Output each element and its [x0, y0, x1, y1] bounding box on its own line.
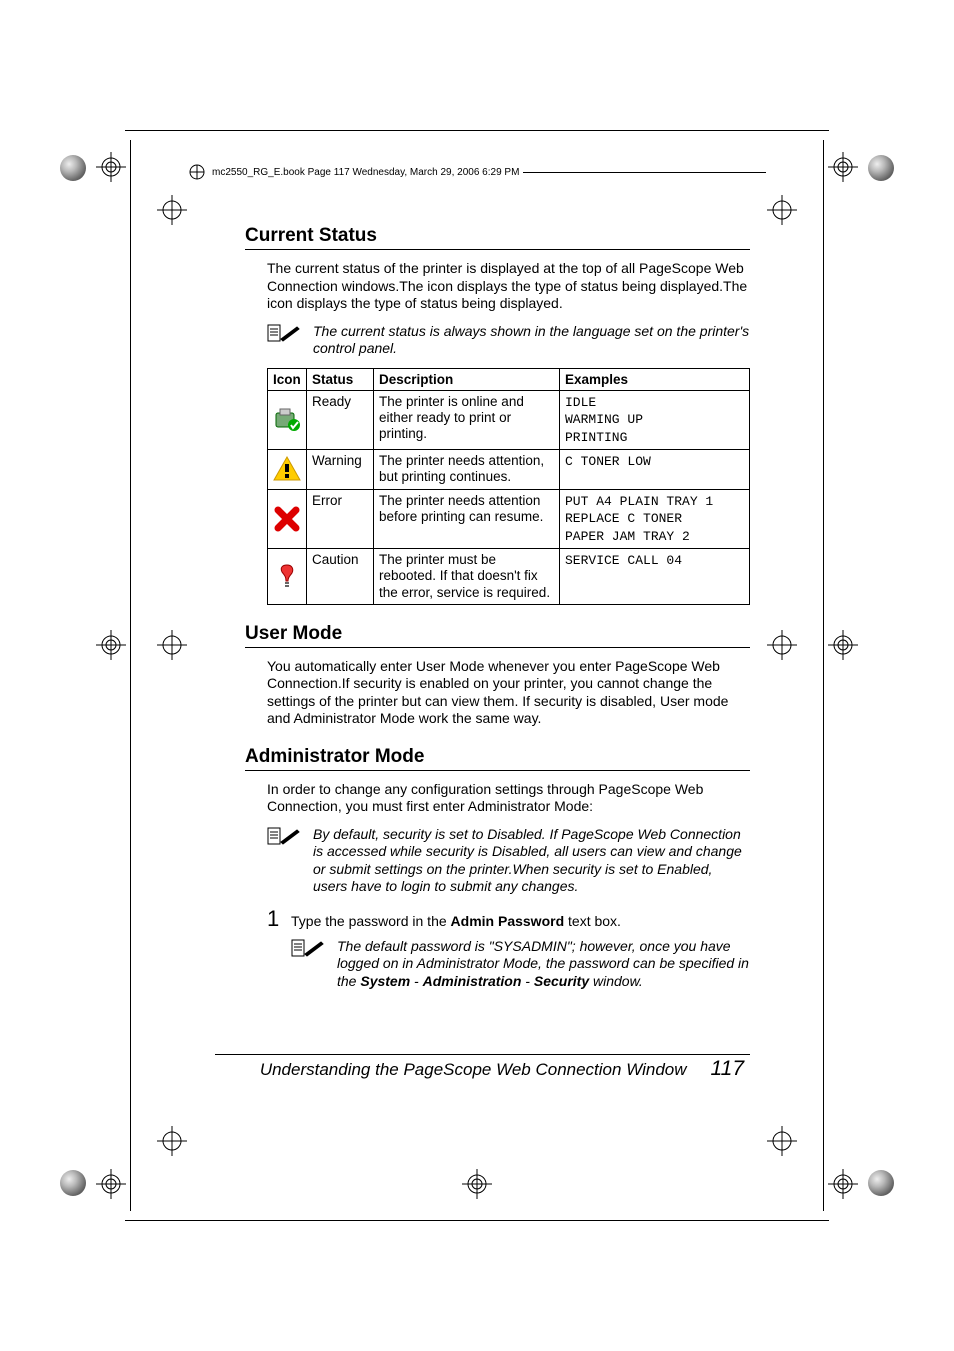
print-sphere-icon — [60, 1170, 86, 1196]
admin-mode-intro: In order to change any configuration set… — [267, 781, 750, 816]
registration-mark-icon — [157, 630, 187, 660]
table-row: Caution The printer must be rebooted. If… — [268, 549, 750, 605]
heading-user-mode: User Mode — [245, 623, 750, 645]
crop-line — [125, 1220, 829, 1221]
status-desc: The printer is online and either ready t… — [374, 390, 560, 450]
footer-title: Understanding the PageScope Web Connecti… — [215, 1060, 711, 1080]
status-desc: The printer must be rebooted. If that do… — [374, 549, 560, 605]
registration-mark-icon — [96, 152, 126, 182]
print-sphere-icon — [868, 1170, 894, 1196]
table-row: Ready The printer is online and either r… — [268, 390, 750, 450]
status-desc: The printer needs attention, but printin… — [374, 450, 560, 489]
book-icon — [188, 163, 206, 181]
table-row: Error The printer needs attention before… — [268, 489, 750, 549]
registration-mark-icon — [96, 630, 126, 660]
registration-mark-icon — [828, 630, 858, 660]
heading-current-status: Current Status — [245, 225, 750, 247]
running-header-text: mc2550_RG_E.book Page 117 Wednesday, Mar… — [212, 167, 519, 178]
th-status: Status — [307, 368, 374, 390]
registration-mark-icon — [828, 1169, 858, 1199]
step-text: Type the password in the Admin Password … — [291, 913, 750, 931]
status-examples: PUT A4 PLAIN TRAY 1REPLACE C TONERPAPER … — [560, 489, 750, 549]
print-sphere-icon — [868, 155, 894, 181]
registration-mark-icon — [767, 630, 797, 660]
status-examples: C TONER LOW — [560, 450, 750, 489]
page: mc2550_RG_E.book Page 117 Wednesday, Mar… — [0, 0, 954, 1351]
note: The default password is "SYSADMIN"; howe… — [291, 938, 750, 991]
status-label: Caution — [307, 549, 374, 605]
note-icon — [267, 826, 313, 851]
error-icon — [268, 489, 307, 549]
status-examples: IDLEWARMING UPPRINTING — [560, 390, 750, 450]
note-text: By default, security is set to Disabled.… — [313, 826, 750, 896]
registration-mark-icon — [767, 1126, 797, 1156]
registration-mark-icon — [462, 1169, 492, 1199]
warning-icon — [268, 450, 307, 489]
running-header: mc2550_RG_E.book Page 117 Wednesday, Mar… — [188, 163, 766, 181]
caution-icon — [268, 549, 307, 605]
page-number: 117 — [711, 1057, 750, 1081]
status-examples: SERVICE CALL 04 — [560, 549, 750, 605]
th-examples: Examples — [560, 368, 750, 390]
registration-mark-icon — [828, 152, 858, 182]
step-1: 1 Type the password in the Admin Passwor… — [267, 906, 750, 932]
page-footer: Understanding the PageScope Web Connecti… — [215, 1054, 750, 1081]
registration-mark-icon — [157, 1126, 187, 1156]
note-icon — [267, 323, 313, 348]
table-row: Warning The printer needs attention, but… — [268, 450, 750, 489]
note: By default, security is set to Disabled.… — [267, 826, 750, 896]
status-label: Ready — [307, 390, 374, 450]
ready-icon — [268, 390, 307, 450]
heading-admin-mode: Administrator Mode — [245, 746, 750, 768]
crop-line — [130, 140, 131, 1211]
user-mode-body: You automatically enter User Mode whenev… — [267, 658, 750, 728]
page-content: Current Status The current status of the… — [245, 225, 750, 1000]
status-label: Warning — [307, 450, 374, 489]
registration-mark-icon — [767, 195, 797, 225]
crop-line — [125, 130, 829, 131]
status-table: Icon Status Description Examples Ready T… — [267, 368, 750, 605]
status-desc: The printer needs attention before print… — [374, 489, 560, 549]
th-icon: Icon — [268, 368, 307, 390]
th-description: Description — [374, 368, 560, 390]
registration-mark-icon — [96, 1169, 126, 1199]
note-text: The current status is always shown in th… — [313, 323, 750, 358]
current-status-intro: The current status of the printer is dis… — [267, 260, 750, 313]
note-text: The default password is "SYSADMIN"; howe… — [337, 938, 750, 991]
status-label: Error — [307, 489, 374, 549]
step-number: 1 — [267, 906, 291, 932]
note: The current status is always shown in th… — [267, 323, 750, 358]
print-sphere-icon — [60, 155, 86, 181]
registration-mark-icon — [157, 195, 187, 225]
note-icon — [291, 938, 337, 963]
crop-line — [823, 140, 824, 1211]
